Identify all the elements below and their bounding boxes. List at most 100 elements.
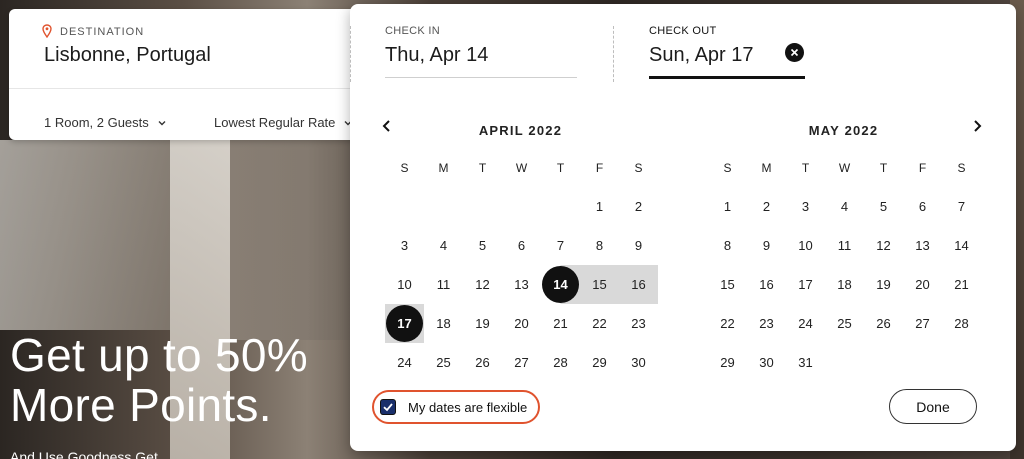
calendar-day[interactable]: 10 — [786, 226, 825, 265]
weekday-label: S — [634, 161, 643, 175]
calendar-week: 1 2 3 4 5 6 7 — [708, 187, 981, 226]
calendar-day[interactable]: 11 — [825, 226, 864, 265]
calendar-day[interactable]: 15 — [580, 265, 619, 304]
calendar-day[interactable]: 24 — [786, 304, 825, 343]
day-number: 6 — [517, 238, 526, 253]
calendar-day[interactable]: 17 — [786, 265, 825, 304]
calendar-day[interactable]: 5 — [864, 187, 903, 226]
calendar-day[interactable]: 10 — [385, 265, 424, 304]
calendar-day[interactable]: 12 — [463, 265, 502, 304]
calendar-day[interactable]: 27 — [903, 304, 942, 343]
day-number: 10 — [397, 277, 412, 292]
day-number: 6 — [918, 199, 927, 214]
calendar-day[interactable]: 25 — [424, 343, 463, 382]
day-number: 12 — [475, 277, 490, 292]
calendar-day[interactable]: 15 — [708, 265, 747, 304]
date-picker: CHECK IN Thu, Apr 14 CHECK OUT Sun, Apr … — [350, 4, 1016, 451]
calendar-day[interactable]: 9 — [747, 226, 786, 265]
calendar-day[interactable]: 16 — [619, 265, 658, 304]
calendar-day[interactable]: 26 — [463, 343, 502, 382]
calendar-day[interactable]: 5 — [463, 226, 502, 265]
calendar-day[interactable]: 29 — [708, 343, 747, 382]
calendar-day[interactable]: 14 — [541, 265, 580, 304]
calendar-day[interactable]: 30 — [619, 343, 658, 382]
check-out-label: CHECK OUT — [649, 25, 717, 37]
calendar-day[interactable]: 1 — [708, 187, 747, 226]
calendar-day[interactable]: 8 — [708, 226, 747, 265]
calendar-day[interactable]: 22 — [708, 304, 747, 343]
day-number: 24 — [798, 316, 813, 331]
weekday-label: T — [801, 161, 810, 175]
calendar-day[interactable]: 23 — [747, 304, 786, 343]
calendar-day[interactable]: 1 — [580, 187, 619, 226]
calendar-empty-cell — [825, 343, 864, 382]
calendar-day[interactable]: 28 — [541, 343, 580, 382]
done-button[interactable]: Done — [889, 389, 977, 424]
day-number: 3 — [801, 199, 810, 214]
calendar-day[interactable]: 21 — [541, 304, 580, 343]
calendar-empty-cell — [903, 343, 942, 382]
calendar-day[interactable]: 31 — [786, 343, 825, 382]
calendar-day[interactable]: 3 — [786, 187, 825, 226]
calendar-day[interactable]: 9 — [619, 226, 658, 265]
calendar-day[interactable]: 6 — [502, 226, 541, 265]
calendar-day[interactable]: 11 — [424, 265, 463, 304]
weekday-label: W — [515, 161, 528, 175]
day-number: 4 — [840, 199, 849, 214]
rooms-guests-select[interactable]: 1 Room, 2 Guests — [44, 115, 167, 130]
calendar-day[interactable]: 7 — [541, 226, 580, 265]
calendar-day[interactable]: 6 — [903, 187, 942, 226]
day-number: 30 — [759, 355, 774, 370]
calendar-day[interactable]: 19 — [463, 304, 502, 343]
calendar-day[interactable]: 29 — [580, 343, 619, 382]
calendar-day[interactable]: 22 — [580, 304, 619, 343]
calendar-day[interactable]: 18 — [825, 265, 864, 304]
day-number: 23 — [631, 316, 646, 331]
weekday-label: T — [556, 161, 565, 175]
calendar-day[interactable]: 17 — [385, 304, 424, 343]
calendar-day[interactable]: 16 — [747, 265, 786, 304]
rate-value: Lowest Regular Rate — [214, 115, 336, 130]
clear-date-button[interactable] — [785, 43, 804, 62]
day-number: 2 — [762, 199, 771, 214]
calendar-day[interactable]: 20 — [903, 265, 942, 304]
calendar-day[interactable]: 18 — [424, 304, 463, 343]
day-number: 30 — [631, 355, 646, 370]
rate-select[interactable]: Lowest Regular Rate — [214, 115, 353, 130]
destination-field[interactable]: DESTINATION Lisbonne, Portugal — [9, 9, 369, 89]
calendar-day[interactable]: 13 — [903, 226, 942, 265]
calendar-day[interactable]: 28 — [942, 304, 981, 343]
calendar-day[interactable]: 14 — [942, 226, 981, 265]
calendar-day[interactable]: 12 — [864, 226, 903, 265]
calendar-day[interactable]: 23 — [619, 304, 658, 343]
calendar-day[interactable]: 3 — [385, 226, 424, 265]
location-pin-icon — [42, 24, 52, 38]
day-number: 15 — [720, 277, 735, 292]
calendar-day[interactable]: 30 — [747, 343, 786, 382]
calendar-day[interactable]: 4 — [825, 187, 864, 226]
calendar-day[interactable]: 8 — [580, 226, 619, 265]
day-number: 25 — [837, 316, 852, 331]
flexible-dates-checkbox[interactable] — [380, 399, 396, 415]
day-number: 27 — [915, 316, 930, 331]
calendar-day[interactable]: 2 — [619, 187, 658, 226]
calendar-week: 24 25 26 27 28 29 30 — [385, 343, 658, 382]
calendar-day[interactable]: 21 — [942, 265, 981, 304]
calendar-day[interactable]: 7 — [942, 187, 981, 226]
day-number: 8 — [595, 238, 604, 253]
calendar-day[interactable]: 13 — [502, 265, 541, 304]
calendar-day[interactable]: 19 — [864, 265, 903, 304]
day-number: 11 — [436, 277, 451, 292]
calendar-day[interactable]: 20 — [502, 304, 541, 343]
calendar-day[interactable]: 24 — [385, 343, 424, 382]
calendar-day[interactable]: 2 — [747, 187, 786, 226]
day-number: 16 — [631, 277, 646, 292]
day-number: 1 — [723, 199, 732, 214]
calendar-day[interactable]: 27 — [502, 343, 541, 382]
day-number: 25 — [436, 355, 451, 370]
calendar-day[interactable]: 25 — [825, 304, 864, 343]
flexible-dates-label: My dates are flexible — [408, 400, 528, 415]
divider — [613, 26, 614, 82]
calendar-day[interactable]: 26 — [864, 304, 903, 343]
calendar-day[interactable]: 4 — [424, 226, 463, 265]
